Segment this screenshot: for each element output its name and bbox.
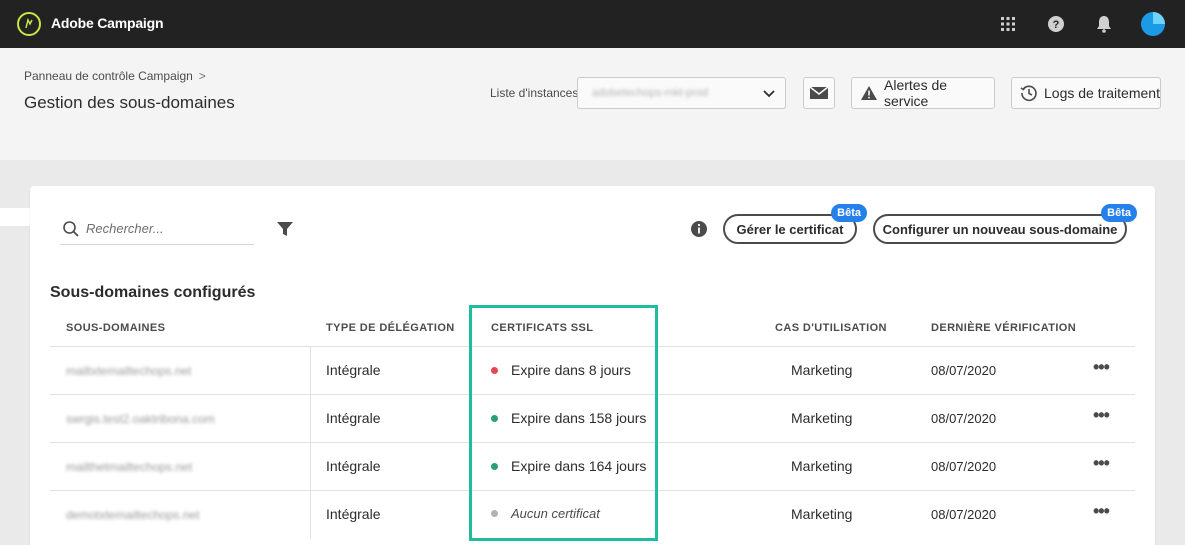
page-header: Panneau de contrôle Campaign > Gestion de… <box>0 48 1185 160</box>
subdomain-cell: mailtxtemailtechops.net <box>66 364 192 378</box>
use-case-cell: Marketing <box>791 362 853 378</box>
ssl-cell: Expire dans 164 jours <box>491 458 646 474</box>
mail-icon <box>809 86 829 99</box>
column-header-use-case[interactable]: CAS D'UTILISATION <box>775 322 887 334</box>
service-alerts-label: Alertes de service <box>884 77 948 109</box>
apps-grid-icon[interactable] <box>997 13 1019 35</box>
instance-list-label: Liste d'instances <box>490 86 579 100</box>
ssl-cell: Aucun certificat <box>491 506 600 521</box>
status-dot-red <box>491 366 498 374</box>
status-dot-none <box>491 510 498 517</box>
instance-select-value: adobetechops-mkt-prod <box>592 87 709 99</box>
table-row[interactable]: swrgis.test2.oaktribona.com Intégrale Ex… <box>50 394 1135 443</box>
section-title: Sous-domaines configurés <box>50 284 256 301</box>
breadcrumb[interactable]: Panneau de contrôle Campaign > <box>24 69 206 83</box>
use-case-cell: Marketing <box>791 506 853 522</box>
page-title: Gestion des sous-domaines <box>24 93 235 112</box>
breadcrumb-link[interactable]: Panneau de contrôle Campaign <box>24 69 193 83</box>
beta-badge: Bêta <box>1101 204 1137 222</box>
last-check-cell: 08/07/2020 <box>931 507 997 522</box>
processing-logs-label: Logs de traitement <box>1044 85 1160 101</box>
column-header-delegation-type[interactable]: TYPE DE DÉLÉGATION <box>326 322 455 334</box>
more-actions-icon[interactable]: ••• <box>1093 357 1110 378</box>
email-button[interactable] <box>803 77 835 109</box>
instance-select[interactable]: adobetechops-mkt-prod <box>577 77 786 109</box>
more-actions-icon[interactable]: ••• <box>1093 501 1110 522</box>
ssl-status-text: Aucun certificat <box>511 506 600 521</box>
search-icon <box>63 221 79 237</box>
history-clock-icon <box>1020 84 1038 102</box>
processing-logs-button[interactable]: Logs de traitement <box>1011 77 1161 109</box>
column-header-subdomains[interactable]: SOUS-DOMAINES <box>66 322 165 334</box>
column-divider <box>310 395 311 443</box>
column-header-last-check[interactable]: DERNIÈRE VÉRIFICATION <box>931 322 1076 334</box>
column-divider <box>310 443 311 491</box>
subdomains-card: Rechercher... Gérer le certificat Bêta C… <box>30 186 1155 545</box>
adobe-campaign-logo-icon[interactable] <box>17 12 41 36</box>
ssl-status-text: Expire dans 158 jours <box>511 410 647 426</box>
delegation-type-cell: Intégrale <box>326 506 381 522</box>
status-dot-green <box>491 462 498 470</box>
subdomain-cell: swrgis.test2.oaktribona.com <box>66 412 215 426</box>
status-dot-green <box>491 414 498 422</box>
delegation-type-cell: Intégrale <box>326 362 381 378</box>
left-panel-edge <box>0 208 30 226</box>
search-field[interactable]: Rechercher... <box>60 214 254 245</box>
chevron-down-icon <box>763 90 775 98</box>
configure-new-subdomain-button[interactable]: Configurer un nouveau sous-domaine Bêta <box>873 204 1137 244</box>
table-row[interactable]: mailtxtemailtechops.net Intégrale Expire… <box>50 346 1135 395</box>
manage-certificate-label: Gérer le certificat <box>736 221 844 237</box>
app-title[interactable]: Adobe Campaign <box>51 15 164 31</box>
column-header-ssl-certificates[interactable]: CERTIFICATS SSL <box>491 322 593 334</box>
info-icon[interactable] <box>690 220 708 238</box>
more-actions-icon[interactable]: ••• <box>1093 453 1110 474</box>
ssl-cell: Expire dans 158 jours <box>491 410 646 426</box>
alert-icon <box>860 84 878 102</box>
help-icon[interactable]: ? <box>1045 13 1067 35</box>
delegation-type-cell: Intégrale <box>326 410 381 426</box>
more-actions-icon[interactable]: ••• <box>1093 405 1110 426</box>
beta-badge: Bêta <box>831 204 867 222</box>
delegation-type-cell: Intégrale <box>326 458 381 474</box>
manage-certificate-button[interactable]: Gérer le certificat Bêta <box>723 204 867 244</box>
ssl-status-text: Expire dans 164 jours <box>511 458 647 474</box>
configure-new-subdomain-label: Configurer un nouveau sous-domaine <box>882 221 1118 237</box>
filter-icon[interactable] <box>276 220 294 238</box>
user-avatar[interactable] <box>1141 12 1165 36</box>
column-divider <box>310 347 311 395</box>
table-row[interactable]: mailthetmailtechops.net Intégrale Expire… <box>50 442 1135 491</box>
bell-icon[interactable] <box>1093 13 1115 35</box>
search-input[interactable]: Rechercher... <box>86 221 164 236</box>
last-check-cell: 08/07/2020 <box>931 363 997 378</box>
last-check-cell: 08/07/2020 <box>931 459 997 474</box>
last-check-cell: 08/07/2020 <box>931 411 997 426</box>
service-alerts-button[interactable]: Alertes de service <box>851 77 995 109</box>
svg-text:?: ? <box>1053 19 1060 31</box>
ssl-cell: Expire dans 8 jours <box>491 362 631 378</box>
ssl-status-text: Expire dans 8 jours <box>511 362 631 378</box>
table-row[interactable]: demotxtemailtechops.net Intégrale Aucun … <box>50 490 1135 539</box>
subdomain-cell: demotxtemailtechops.net <box>66 508 200 522</box>
subdomain-cell: mailthetmailtechops.net <box>66 460 193 474</box>
use-case-cell: Marketing <box>791 458 853 474</box>
use-case-cell: Marketing <box>791 410 853 426</box>
breadcrumb-chevron-icon: > <box>198 69 206 83</box>
column-divider <box>310 491 311 539</box>
top-bar: Adobe Campaign ? <box>0 0 1185 48</box>
